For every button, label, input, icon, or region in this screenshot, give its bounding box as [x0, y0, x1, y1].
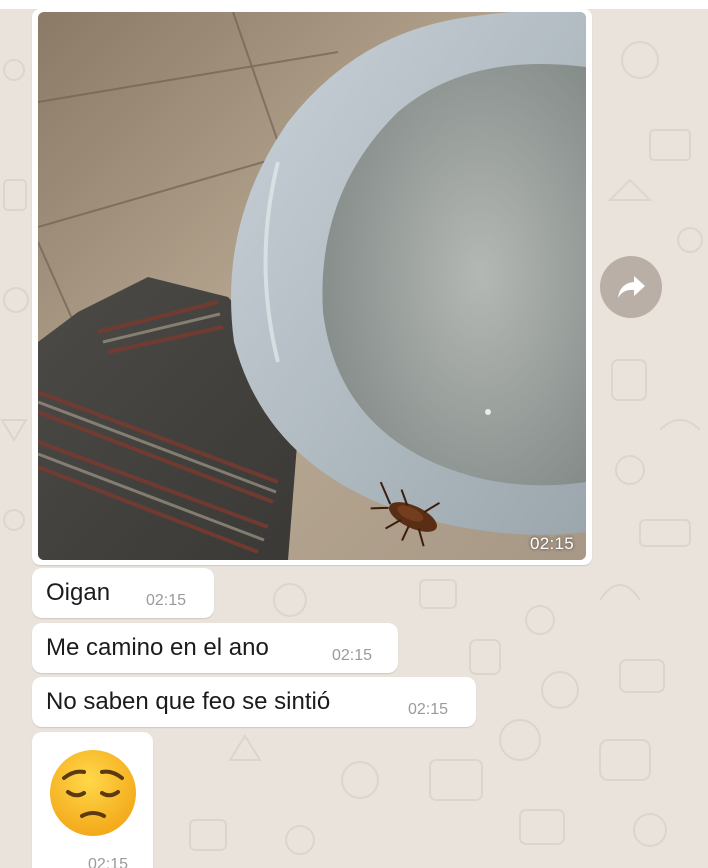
- message-bubble[interactable]: Oigan 02:15: [32, 568, 214, 618]
- toilet-photo: [38, 12, 586, 560]
- image-message-time: 02:15: [529, 534, 574, 553]
- message-text: Oigan: [46, 579, 111, 606]
- message-time: 02:15: [146, 592, 187, 609]
- message-time: 02:15: [408, 701, 449, 718]
- message-bubble[interactable]: Me camino en el ano 02:15: [32, 623, 398, 673]
- message-bubble[interactable]: No saben que feo se sintió 02:15: [32, 677, 476, 727]
- message-text: No saben que feo se sintió: [46, 688, 331, 715]
- pensive-face-icon: [50, 750, 136, 836]
- image-message[interactable]: 02:15: [32, 9, 592, 565]
- emoji-message[interactable]: 02:15: [32, 732, 153, 868]
- chat-background: 02:15 Oigan 02:15 Me camino en el ano 02…: [0, 0, 708, 868]
- photo[interactable]: 02:15: [38, 12, 586, 560]
- message-time: 02:15: [332, 647, 373, 664]
- forward-arrow-icon: [618, 276, 645, 298]
- forward-button[interactable]: [600, 256, 662, 318]
- message-time: 02:15: [88, 856, 129, 868]
- top-edge: [0, 0, 708, 9]
- message-text: Me camino en el ano: [46, 634, 269, 661]
